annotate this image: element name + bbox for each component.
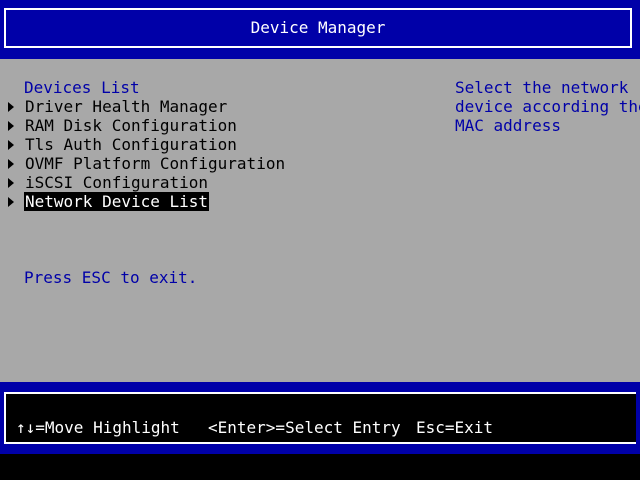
menu-item-label: Driver Health Manager bbox=[25, 97, 228, 116]
move-highlight-hint: ↑↓=Move Highlight bbox=[16, 418, 180, 437]
title-frame: Device Manager bbox=[4, 8, 632, 48]
submenu-arrow-icon bbox=[6, 97, 14, 116]
submenu-arrow-icon bbox=[6, 192, 14, 211]
title-bar: Device Manager bbox=[0, 0, 640, 59]
help-text-panel: Select the network device according the … bbox=[455, 78, 640, 135]
menu-item-label: Tls Auth Configuration bbox=[25, 135, 237, 154]
menu-item-driver-health-manager[interactable]: Driver Health Manager bbox=[6, 97, 227, 116]
page-title: Device Manager bbox=[250, 18, 386, 37]
help-line: MAC address bbox=[455, 116, 561, 135]
bottom-strip bbox=[0, 454, 640, 480]
submenu-arrow-icon bbox=[6, 135, 14, 154]
main-panel: Devices List Driver Health Manager RAM D… bbox=[0, 59, 640, 382]
help-line: device according the bbox=[455, 97, 640, 116]
select-entry-hint: <Enter>=Select Entry bbox=[208, 418, 401, 437]
exit-hint: Press ESC to exit. bbox=[24, 268, 198, 287]
menu-item-network-device-list[interactable]: Network Device List bbox=[6, 192, 210, 211]
menu-item-iscsi-configuration[interactable]: iSCSI Configuration bbox=[6, 173, 208, 192]
menu-item-label: RAM Disk Configuration bbox=[25, 116, 237, 135]
help-line: Select the network bbox=[455, 78, 629, 97]
footer-bar: ↑↓=Move Highlight <Enter>=Select Entry E… bbox=[0, 382, 640, 454]
submenu-arrow-icon bbox=[6, 154, 14, 173]
submenu-arrow-icon bbox=[6, 173, 14, 192]
submenu-arrow-icon bbox=[6, 116, 14, 135]
bios-setup-screen: Device Manager Devices List Driver Healt… bbox=[0, 0, 640, 480]
menu-item-label-selected: Network Device List bbox=[24, 192, 210, 211]
menu-item-label: iSCSI Configuration bbox=[25, 173, 209, 192]
menu-item-label: OVMF Platform Configuration bbox=[25, 154, 286, 173]
menu-item-tls-auth-configuration[interactable]: Tls Auth Configuration bbox=[6, 135, 237, 154]
menu-item-ovmf-platform-configuration[interactable]: OVMF Platform Configuration bbox=[6, 154, 285, 173]
exit-key-hint: Esc=Exit bbox=[416, 418, 494, 437]
devices-list-heading: Devices List bbox=[24, 78, 140, 97]
menu-item-ram-disk-configuration[interactable]: RAM Disk Configuration bbox=[6, 116, 237, 135]
